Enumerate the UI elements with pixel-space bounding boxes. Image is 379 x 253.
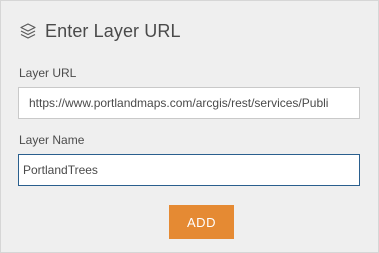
layer-url-input[interactable] (18, 87, 360, 119)
add-button[interactable]: ADD (169, 205, 234, 239)
layers-icon (19, 22, 37, 40)
panel-header: Enter Layer URL (19, 19, 181, 43)
layer-name-input[interactable] (18, 154, 360, 186)
enter-layer-url-panel: Enter Layer URL Layer URL Layer Name ADD (0, 0, 379, 253)
layer-url-label: Layer URL (19, 66, 77, 80)
panel-title: Enter Layer URL (45, 20, 181, 41)
layer-name-label: Layer Name (19, 133, 85, 147)
